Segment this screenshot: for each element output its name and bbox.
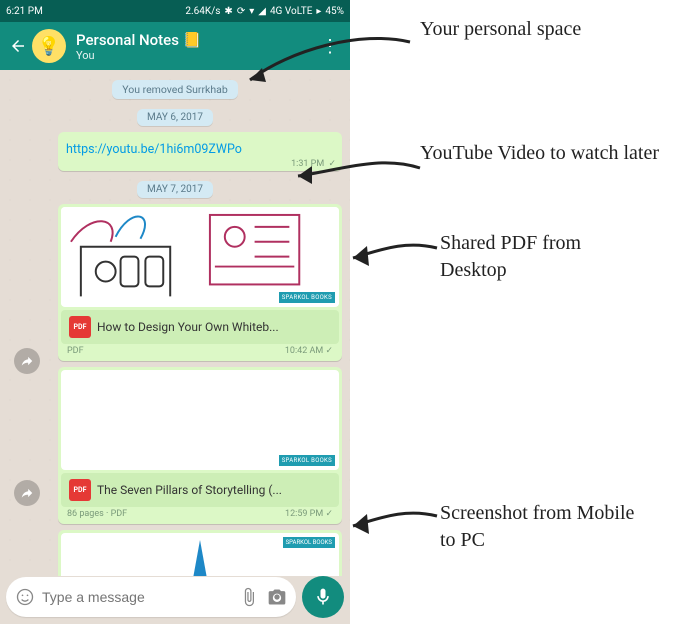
chat-area[interactable]: You removed Surrkhab MAY 6, 2017 https:/… [0, 70, 350, 576]
pdf-file-row[interactable]: PDF The Seven Pillars of Storytelling (.… [61, 473, 339, 507]
sparkol-badge: SPARKOL BOOKS [283, 537, 335, 548]
chart-triangle [190, 540, 210, 576]
sparkol-badge: SPARKOL BOOKS [279, 292, 335, 303]
annotation: YouTube Video to watch later [420, 140, 670, 167]
pdf-icon: PDF [69, 316, 91, 338]
image-thumbnail: SPARKOL BOOKS [61, 533, 339, 576]
status-right: 2.64K/s ✱ ⟳ ▾ ◢ 4G VoLTE ▸ 45% [185, 6, 344, 17]
message-pdf[interactable]: SPARKOL BOOKS PDF The Seven Pillars of S… [58, 367, 342, 524]
arrow-icon [240, 30, 420, 104]
sparkol-badge: SPARKOL BOOKS [279, 455, 335, 466]
message-image[interactable]: SPARKOL BOOKS [58, 530, 342, 576]
message-input[interactable] [42, 589, 232, 605]
bluetooth-icon: ✱ [224, 6, 232, 17]
pdf-filename: The Seven Pillars of Storytelling (... [97, 483, 331, 497]
annotation: Your personal space [420, 16, 620, 43]
pdf-meta-left: PDF [67, 346, 84, 356]
avatar[interactable]: 💡 [32, 29, 66, 63]
pdf-meta: 86 pages · PDF 12:59 PM ✓ [61, 507, 339, 521]
input-pill[interactable] [6, 577, 296, 617]
bulb-icon: 💡 [38, 36, 60, 57]
chat-title-text: Personal Notes [76, 31, 183, 49]
camera-icon[interactable] [266, 586, 288, 608]
status-bar: 6:21 PM 2.64K/s ✱ ⟳ ▾ ◢ 4G VoLTE ▸ 45% [0, 0, 350, 22]
arrow-icon [345, 232, 445, 276]
status-network: 4G VoLTE [270, 6, 312, 17]
youtube-link[interactable]: https://youtu.be/1hi6m09ZWPo [66, 142, 242, 157]
time-text: 10:42 AM [285, 346, 323, 356]
attach-icon[interactable] [238, 586, 260, 608]
note-icon: 📒 [183, 31, 202, 49]
pdf-thumbnail: SPARKOL BOOKS [61, 370, 339, 470]
annotation: Screenshot from Mobile to PC [440, 500, 650, 554]
status-time: 6:21 PM [6, 6, 43, 17]
date-chip: MAY 6, 2017 [8, 105, 342, 126]
pdf-meta-time: 10:42 AM ✓ [285, 346, 333, 356]
pdf-file-row[interactable]: PDF How to Design Your Own Whiteb... [61, 310, 339, 344]
input-bar [0, 576, 350, 624]
time-text: 12:59 PM [285, 509, 323, 519]
forward-icon[interactable] [14, 348, 40, 374]
date-chip-text: MAY 6, 2017 [137, 109, 213, 126]
pdf-icon: PDF [69, 479, 91, 501]
forward-icon[interactable] [14, 480, 40, 506]
annotation: Shared PDF from Desktop [440, 230, 650, 284]
arrow-icon [290, 150, 430, 194]
pdf-thumbnail: SPARKOL BOOKS [61, 207, 339, 307]
back-icon[interactable] [8, 36, 28, 56]
system-message-text: You removed Surrkhab [112, 80, 237, 99]
sync-icon: ⟳ [237, 6, 245, 17]
status-speed: 2.64K/s [185, 6, 220, 17]
emoji-icon[interactable] [14, 586, 36, 608]
mic-button[interactable] [302, 576, 344, 618]
pdf-meta-left: 86 pages · PDF [67, 509, 127, 519]
signal-icon: ◢ [258, 6, 266, 17]
message-pdf[interactable]: SPARKOL BOOKS PDF How to Design Your Own… [58, 204, 342, 361]
status-battery: 45% [325, 6, 344, 17]
wifi-icon: ▾ [249, 6, 254, 17]
battery-icon: ▸ [316, 6, 321, 17]
date-chip-text: MAY 7, 2017 [137, 181, 213, 198]
pdf-meta: PDF 10:42 AM ✓ [61, 344, 339, 358]
arrow-icon [345, 500, 445, 544]
pdf-filename: How to Design Your Own Whiteb... [97, 320, 331, 334]
pdf-meta-time: 12:59 PM ✓ [285, 509, 333, 519]
